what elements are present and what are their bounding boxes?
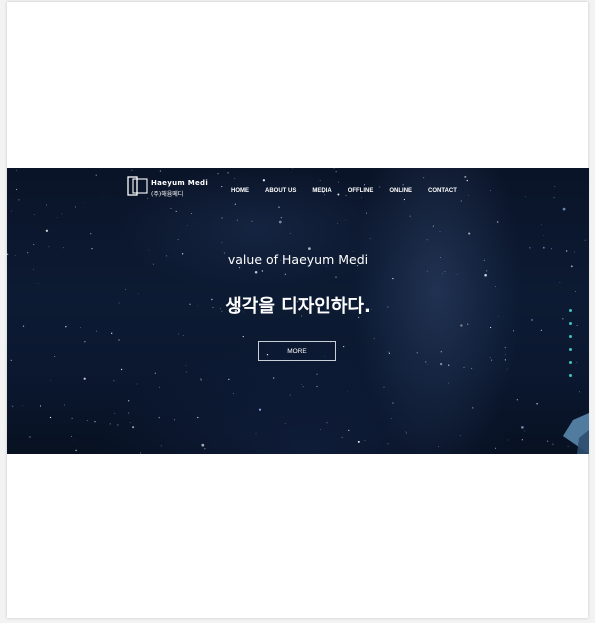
slider-dot[interactable] (569, 361, 572, 364)
hero-subtitle: value of Haeyum Medi (227, 252, 369, 267)
nav-item-offline[interactable]: OFFLINE (348, 188, 374, 194)
logo-name-en: Haeyum Medi (151, 179, 209, 187)
nav-item-media[interactable]: MEDIA (312, 188, 331, 194)
slider-dot[interactable] (569, 335, 572, 338)
nav-item-contact[interactable]: CONTACT (428, 188, 457, 194)
brand-logo[interactable]: Haeyum Medi (주)해윰메디 (127, 175, 208, 199)
slider-dot[interactable] (569, 348, 572, 351)
logo-icon (127, 176, 148, 196)
nav-item-online[interactable]: ONLINE (389, 188, 412, 194)
main-nav: HOME ABOUT US MEDIA OFFLINE ONLINE CONTA… (231, 186, 457, 196)
nav-item-home[interactable]: HOME (231, 188, 249, 194)
slider-dot[interactable] (569, 374, 572, 377)
logo-name-ko: (주)해윰메디 (151, 191, 184, 198)
hero-banner: Haeyum Medi (주)해윰메디 HOME ABOUT US MEDIA … (7, 168, 589, 454)
hero-title: 생각을 디자인하다. (225, 296, 371, 317)
slider-pagination (569, 309, 575, 387)
slider-dot[interactable] (569, 322, 572, 325)
more-button[interactable]: MORE (258, 341, 336, 361)
nav-item-about-us[interactable]: ABOUT US (265, 188, 296, 194)
slider-dot[interactable] (569, 309, 572, 312)
